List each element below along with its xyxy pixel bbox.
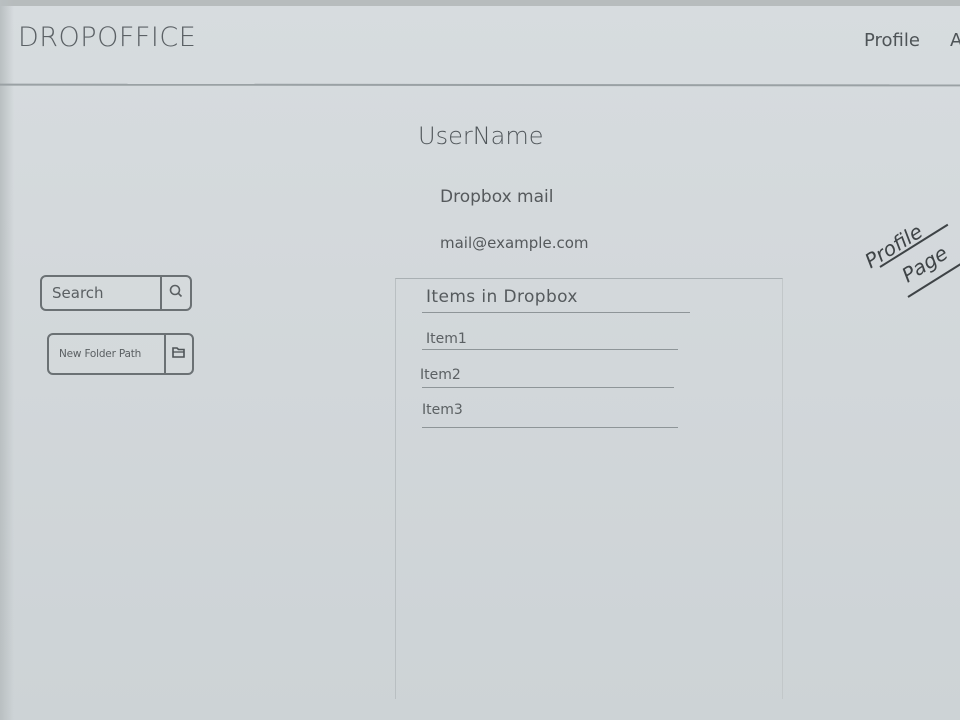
new-folder-input[interactable]: New Folder Path xyxy=(59,335,141,373)
panel-title-divider xyxy=(422,312,690,313)
search-icon xyxy=(168,283,184,303)
folder-icon xyxy=(171,344,187,364)
list-item[interactable]: Item2 xyxy=(420,367,461,383)
items-panel-title: Items in Dropbox xyxy=(426,287,578,307)
brand-logo[interactable]: DROPOFFICE xyxy=(18,22,196,53)
search-button[interactable] xyxy=(160,277,190,309)
list-item-divider xyxy=(422,349,678,350)
nav-link-cut-off[interactable]: A xyxy=(950,30,960,51)
list-item[interactable]: Item1 xyxy=(426,331,467,347)
new-folder-button[interactable] xyxy=(164,335,192,373)
paper-left-edge xyxy=(0,0,14,720)
list-item[interactable]: Item3 xyxy=(422,402,463,418)
search-field[interactable]: Search xyxy=(40,275,192,311)
items-panel: Items in Dropbox Item1 Item2 Item3 xyxy=(395,278,783,699)
list-item-divider xyxy=(422,427,678,428)
dropbox-mail-label: Dropbox mail xyxy=(440,187,554,207)
list-item-divider xyxy=(422,387,674,388)
nav-profile-link[interactable]: Profile xyxy=(864,30,920,51)
profile-username: UserName xyxy=(418,122,544,150)
search-input[interactable]: Search xyxy=(52,277,104,309)
dropbox-mail-value: mail@example.com xyxy=(440,234,589,252)
new-folder-field[interactable]: New Folder Path xyxy=(47,333,194,375)
page-annotation: Profile Page xyxy=(848,200,960,300)
